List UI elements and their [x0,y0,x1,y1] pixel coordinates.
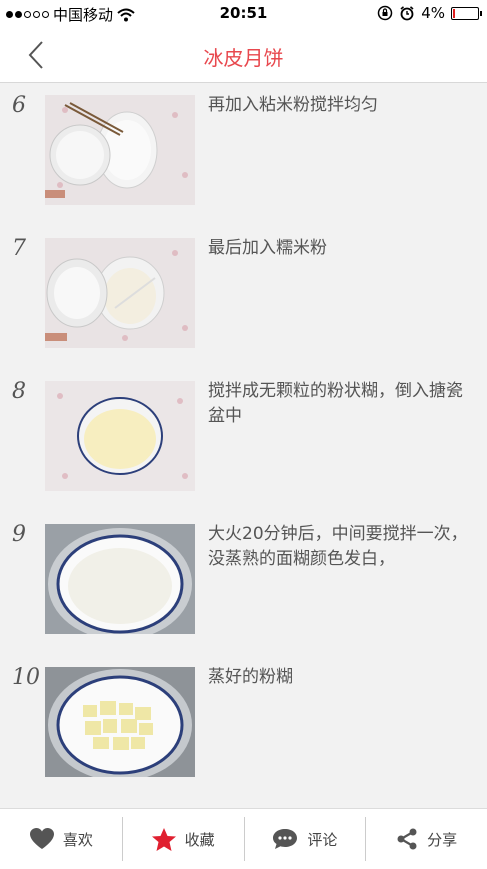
comment-button[interactable]: 评论 [243,809,366,869]
step-item: 9 大火20分钟后，中间要搅拌一次，没蒸熟的面糊颜色发白， [0,512,487,634]
like-button[interactable]: 喜欢 [0,809,122,869]
comment-label: 评论 [307,830,338,849]
step-text: 蒸好的粉糊 [208,667,293,687]
star-icon [151,827,176,851]
comment-bubble-icon [273,829,298,849]
battery-percent: 4% [421,4,445,22]
nav-bar: 冰皮月饼 [0,28,487,83]
step-text: 最后加入糯米粉 [208,238,327,258]
battery-icon [451,6,482,20]
favorite-label: 收藏 [184,830,215,849]
step-photo[interactable] [45,524,195,634]
heart-icon [29,828,54,849]
step-photo[interactable] [45,381,195,491]
favorite-button[interactable]: 收藏 [121,809,244,869]
share-button[interactable]: 分享 [365,809,487,869]
share-label: 分享 [427,830,458,849]
step-number: 8 [12,379,26,404]
step-photo[interactable] [45,238,195,348]
like-label: 喜欢 [62,830,93,849]
step-number: 6 [12,93,26,118]
step-number: 10 [12,665,40,690]
step-text: 大火20分钟后，中间要搅拌一次，没蒸熟的面糊颜色发白， [208,524,468,569]
rotation-lock-icon [377,5,393,21]
status-right: 4% [377,4,482,22]
step-item: 7 最后加入糯米粉 [0,226,487,348]
step-item: 10 蒸好的粉糊 [0,655,487,777]
step-number: 7 [12,236,26,261]
step-number: 9 [12,522,26,547]
bottom-action-bar: 喜欢 收藏 评论 分享 [0,808,487,869]
status-bar: 中国移动 20:51 4% [0,0,487,28]
step-photo[interactable] [45,95,195,205]
alarm-icon [400,6,414,21]
step-item: 6 再加入粘米粉搅拌均匀 [0,83,487,205]
step-text: 搅拌成无颗粒的粉状糊，倒入搪瓷盆中 [208,381,463,426]
step-photo[interactable] [45,667,195,777]
page-title: 冰皮月饼 [203,46,284,70]
step-text: 再加入粘米粉搅拌均匀 [208,95,378,115]
step-item: 8 搅拌成无颗粒的粉状糊，倒入搪瓷盆中 [0,369,487,491]
share-icon [397,828,417,850]
